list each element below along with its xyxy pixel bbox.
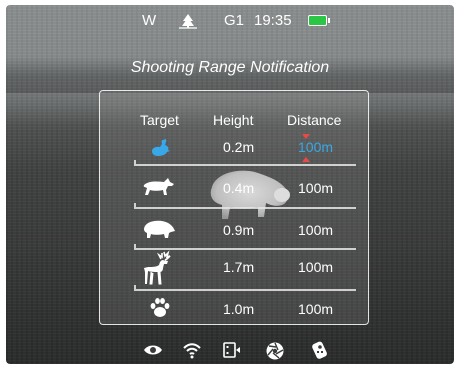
row-distance-value: 100m xyxy=(298,180,334,196)
photo-shutter-icon[interactable] xyxy=(265,341,285,361)
table-row-deer[interactable]: 1.7m 100m xyxy=(100,250,368,285)
row-height-value: 0.9m xyxy=(223,222,255,238)
page-title: Shooting Range Notification xyxy=(130,59,330,76)
row-distance-value: 100m xyxy=(298,222,334,238)
battery-icon xyxy=(308,15,330,26)
row-distance-value: 100m xyxy=(298,301,334,317)
bottom-toolbar xyxy=(6,336,454,364)
row-height-value: 1.0m xyxy=(223,301,255,317)
boar-icon xyxy=(144,220,175,238)
table-row-paw[interactable]: 1.0m 100m xyxy=(100,296,368,326)
forest-mode-icon xyxy=(179,14,197,29)
row-distance-value: 100m xyxy=(298,259,334,275)
rabbit-icon xyxy=(152,138,170,156)
row-height-value: 0.4m xyxy=(223,180,255,196)
table-row-wolf[interactable]: 0.4m 100m xyxy=(100,175,368,205)
deer-icon xyxy=(144,250,171,285)
status-bar: W G1 19:35 xyxy=(6,5,454,35)
table-row-rabbit[interactable]: 0.2m 100m xyxy=(100,134,368,164)
row-height-value: 1.7m xyxy=(223,259,255,275)
row-height-value: 0.2m xyxy=(223,139,255,155)
row-distance-value[interactable]: 100m xyxy=(298,139,333,155)
row-divider xyxy=(134,285,356,291)
column-header-target: Target xyxy=(140,112,179,128)
eye-icon[interactable] xyxy=(143,343,163,357)
row-divider xyxy=(134,160,356,166)
column-header-distance: Distance xyxy=(287,112,342,128)
mode-indicator: W xyxy=(142,12,157,29)
gain-indicator: G1 xyxy=(224,12,245,29)
remote-icon[interactable] xyxy=(311,340,329,360)
video-record-icon[interactable] xyxy=(222,341,242,359)
clock: 19:35 xyxy=(254,12,292,29)
wolf-icon xyxy=(143,178,174,195)
thermal-viewfinder: W G1 19:35 Shooting Range Notification T… xyxy=(6,5,454,364)
row-divider xyxy=(134,203,356,209)
wifi-icon[interactable] xyxy=(182,341,202,359)
decrease-arrow-icon[interactable] xyxy=(302,157,310,162)
paw-icon xyxy=(150,298,170,317)
column-header-height: Height xyxy=(213,112,254,128)
shooting-range-table: Target Height Distance 0.2m 100m 0.4m 10… xyxy=(99,90,369,325)
table-row-boar[interactable]: 0.9m 100m xyxy=(100,217,368,247)
